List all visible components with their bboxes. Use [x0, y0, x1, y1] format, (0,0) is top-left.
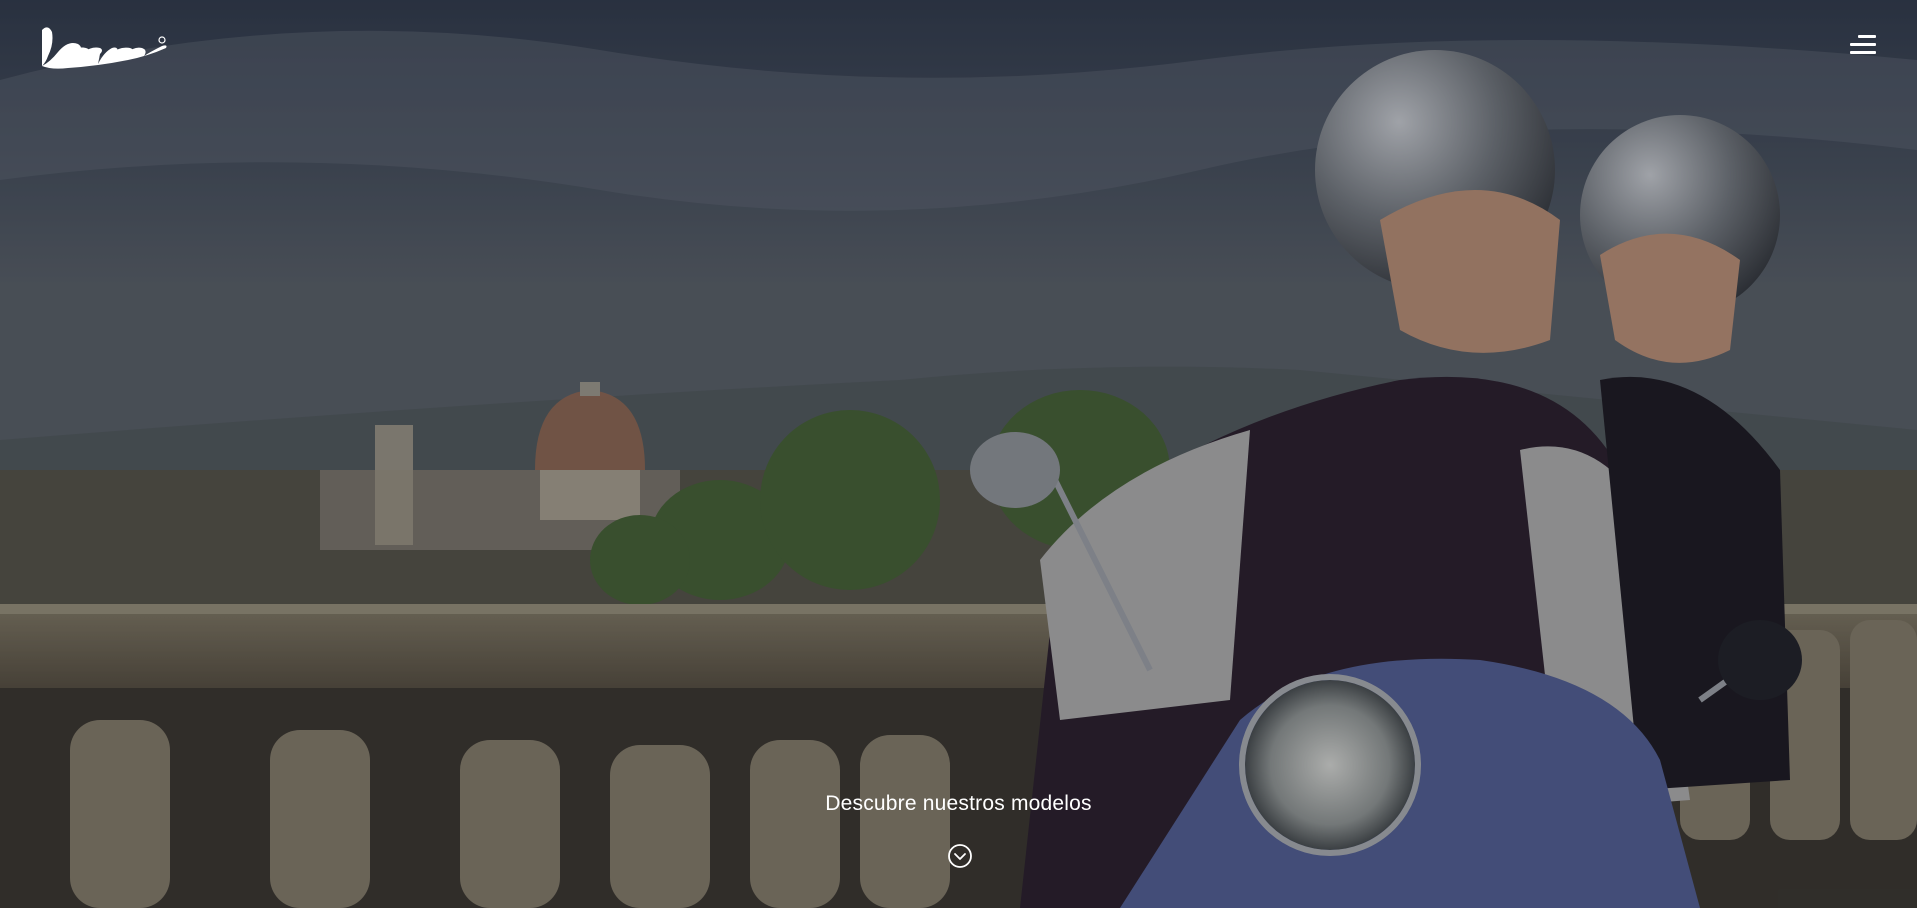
menu-line — [1858, 35, 1876, 38]
hamburger-menu-icon[interactable] — [1846, 33, 1876, 57]
hero-section: Descubre nuestros modelos — [0, 0, 1917, 908]
discover-models-link[interactable]: Descubre nuestros modelos — [0, 792, 1917, 816]
chevron-down-circle-icon[interactable] — [947, 843, 973, 869]
hero-background-image — [0, 0, 1917, 908]
vespa-logo[interactable] — [38, 22, 170, 70]
menu-line — [1850, 43, 1876, 46]
menu-line — [1850, 51, 1876, 54]
